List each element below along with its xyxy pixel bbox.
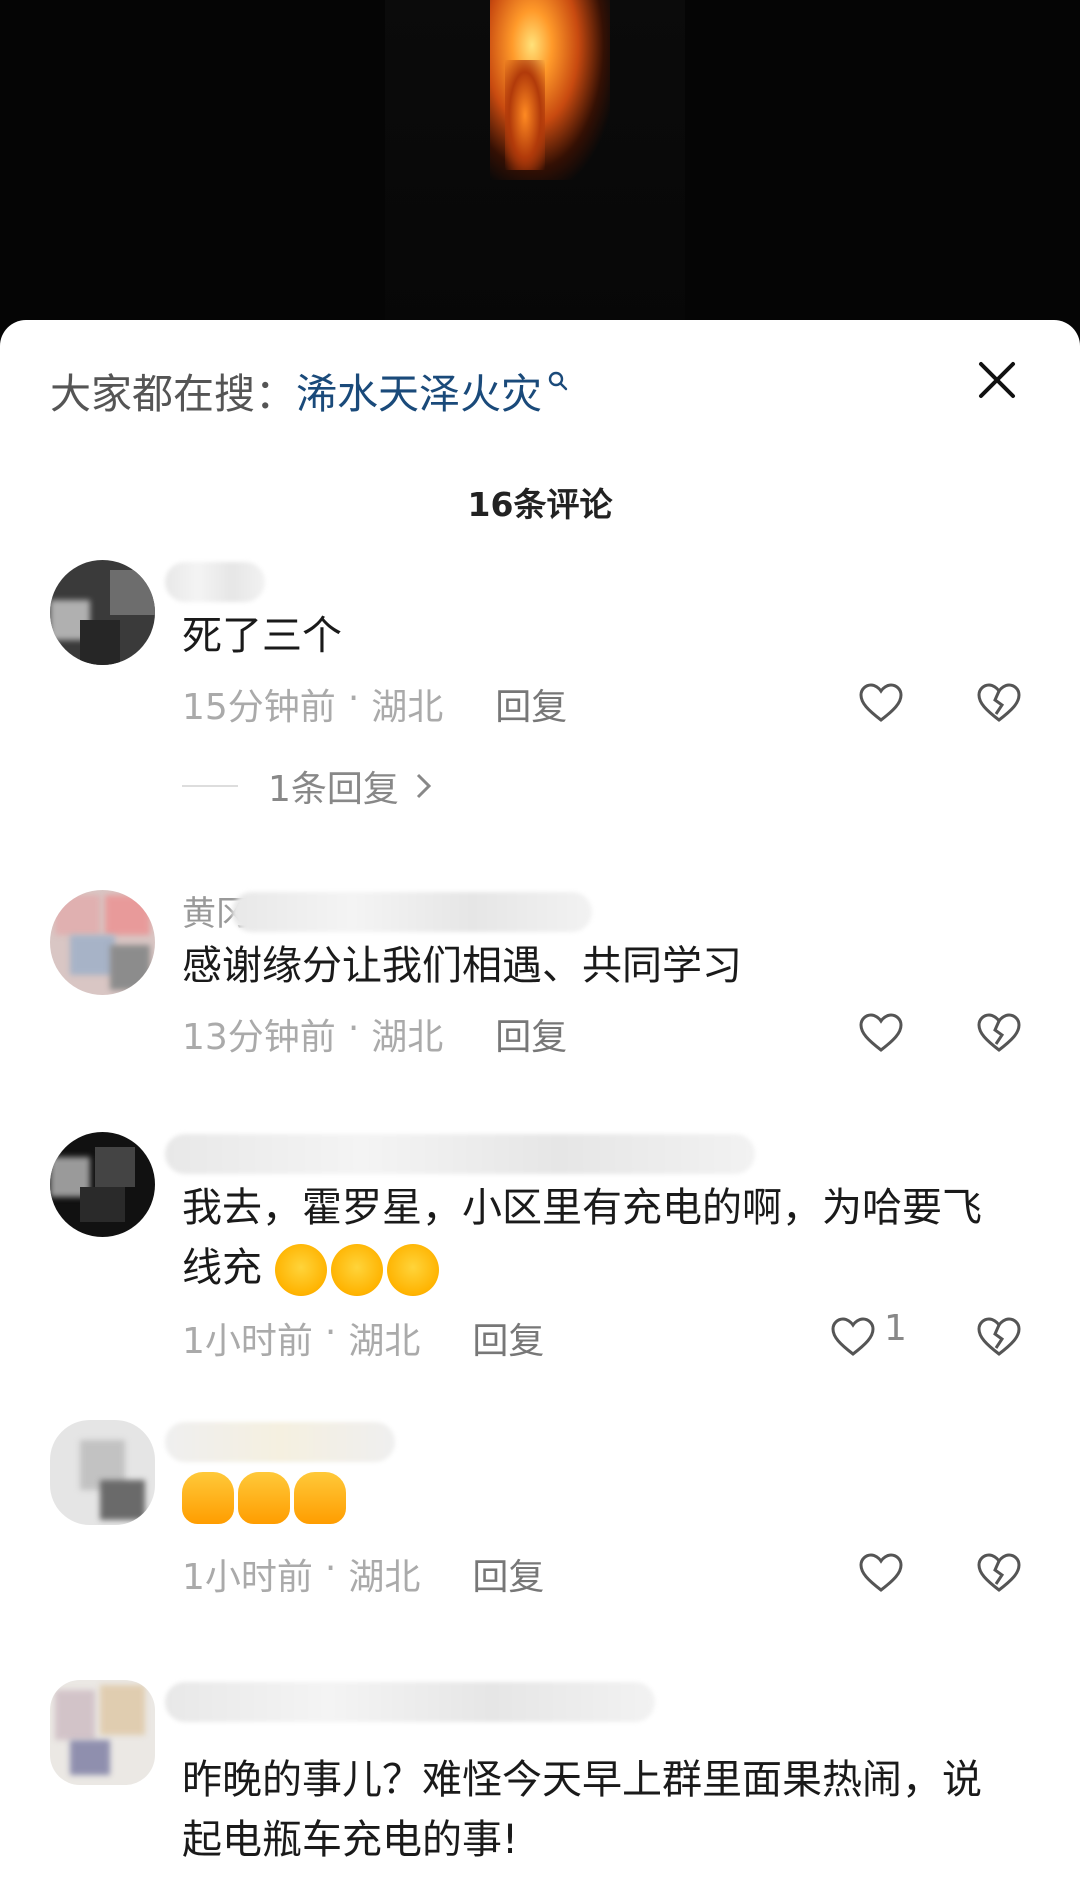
reply-button[interactable]: 回复 — [472, 1312, 544, 1364]
username-redacted[interactable] — [165, 1134, 755, 1174]
comment-location: 湖北 — [348, 1321, 421, 1362]
comment-time: 13分钟前 — [182, 1017, 336, 1058]
username-redacted[interactable] — [165, 1422, 395, 1462]
comment-count-title: 16条评论 — [467, 485, 613, 524]
comment-time: 1小时前 — [182, 1557, 313, 1598]
comment-time: 15分钟前 — [182, 687, 336, 728]
comment-meta: 15分钟前 · 湖北 回复 — [182, 678, 567, 730]
comment-location: 湖北 — [371, 687, 444, 728]
reply-button[interactable]: 回复 — [495, 1008, 567, 1060]
comment-item: 死了三个 15分钟前 · 湖北 回复 1条回复 — [0, 560, 1080, 810]
avatar[interactable] — [50, 890, 155, 995]
laugh-cry-emoji — [274, 1244, 327, 1296]
chevron-right-icon — [416, 773, 432, 799]
broken-heart-icon[interactable] — [976, 1012, 1022, 1054]
comment-location: 湖北 — [371, 1017, 444, 1058]
avatar[interactable] — [50, 1680, 155, 1785]
heart-icon[interactable] — [830, 1316, 876, 1358]
thumbs-up-emoji — [182, 1472, 234, 1524]
avatar[interactable] — [50, 1420, 155, 1525]
laugh-cry-emoji — [386, 1244, 439, 1296]
thumbs-up-emoji — [294, 1472, 346, 1524]
replies-divider — [182, 785, 238, 787]
comment-sheet: 大家都在搜： 浠水天泽火灾 16条评论 死了三个 15分钟前 · 湖北 回复 1… — [0, 320, 1080, 1904]
username-redacted[interactable] — [165, 562, 265, 602]
reply-button[interactable]: 回复 — [472, 1548, 544, 1600]
heart-icon[interactable] — [858, 1552, 904, 1594]
avatar[interactable] — [50, 1132, 155, 1237]
search-icon — [548, 371, 568, 391]
comment-text: 昨晚的事儿？难怪今天早上群里面果热闹，说起电瓶车充电的事! — [182, 1757, 982, 1863]
avatar[interactable] — [50, 560, 155, 665]
comment-meta: 1小时前 · 湖北 回复 — [182, 1548, 544, 1600]
reply-button[interactable]: 回复 — [495, 678, 567, 730]
video-player[interactable] — [0, 0, 1080, 340]
comment-item: 黄冈 感谢缘分让我们相遇、共同学习 13分钟前 · 湖北 回复 — [0, 890, 1080, 1090]
comment-item: 昨晚的事儿？难怪今天早上群里面果热闹，说起电瓶车充电的事! — [0, 1680, 1080, 1904]
comment-location: 湖北 — [348, 1557, 421, 1598]
close-icon[interactable] — [975, 358, 1019, 402]
like-count: 1 — [884, 1308, 907, 1349]
search-suggestion[interactable]: 大家都在搜： 浠水天泽火灾 — [50, 360, 570, 420]
comment-item: 1小时前 · 湖北 回复 — [0, 1420, 1080, 1660]
heart-icon[interactable] — [858, 1012, 904, 1054]
replies-label: 1条回复 — [268, 769, 399, 810]
search-suggestion-prefix: 大家都在搜： — [50, 370, 296, 418]
laugh-cry-emoji — [330, 1244, 383, 1296]
comment-meta: 13分钟前 · 湖北 回复 — [182, 1008, 567, 1060]
comment-meta: 1小时前 · 湖北 回复 — [182, 1312, 544, 1364]
meta-separator: · — [324, 1312, 337, 1353]
heart-icon[interactable] — [858, 682, 904, 724]
comment-text: 死了三个 — [182, 613, 342, 659]
comment-item: 我去，霍罗星，小区里有充电的啊，为哈要飞线充 1小时前 · 湖北 回复 1 — [0, 1132, 1080, 1402]
comment-text: 我去，霍罗星，小区里有充电的啊，为哈要飞线充 — [182, 1178, 1012, 1298]
meta-separator: · — [324, 1548, 337, 1589]
search-suggestion-term[interactable]: 浠水天泽火灾 — [296, 360, 542, 420]
comment-text — [182, 1466, 1002, 1526]
username-redacted[interactable] — [165, 1682, 655, 1722]
username-redacted — [232, 892, 592, 932]
view-replies-button[interactable]: 1条回复 — [182, 760, 435, 812]
meta-separator: · — [347, 1008, 360, 1049]
broken-heart-icon[interactable] — [976, 1316, 1022, 1358]
broken-heart-icon[interactable] — [976, 682, 1022, 724]
broken-heart-icon[interactable] — [976, 1552, 1022, 1594]
meta-separator: · — [347, 678, 360, 719]
comment-text: 感谢缘分让我们相遇、共同学习 — [182, 943, 742, 989]
video-fire-glow-lower — [505, 60, 545, 170]
comment-time: 1小时前 — [182, 1321, 313, 1362]
thumbs-up-emoji — [238, 1472, 290, 1524]
